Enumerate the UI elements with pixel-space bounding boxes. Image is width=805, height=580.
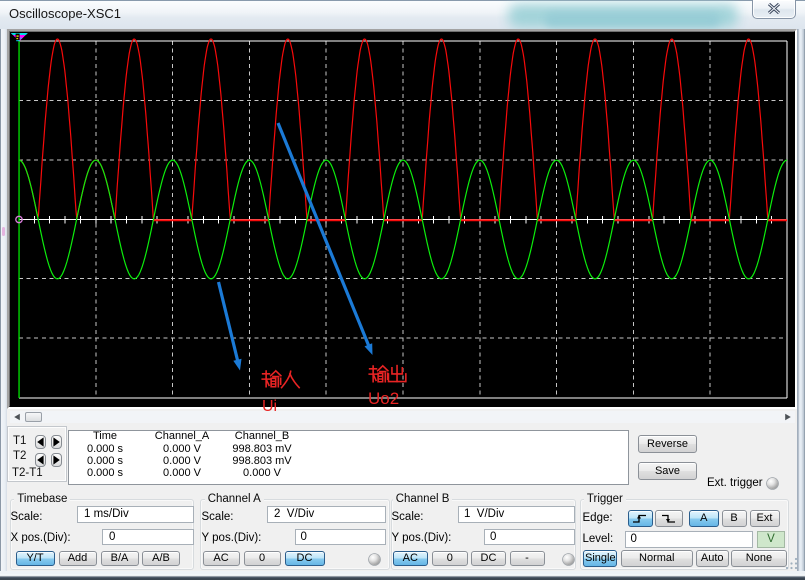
svg-text:Uo2: Uo2 [368,389,399,408]
svg-text:Ui: Ui [262,398,277,415]
